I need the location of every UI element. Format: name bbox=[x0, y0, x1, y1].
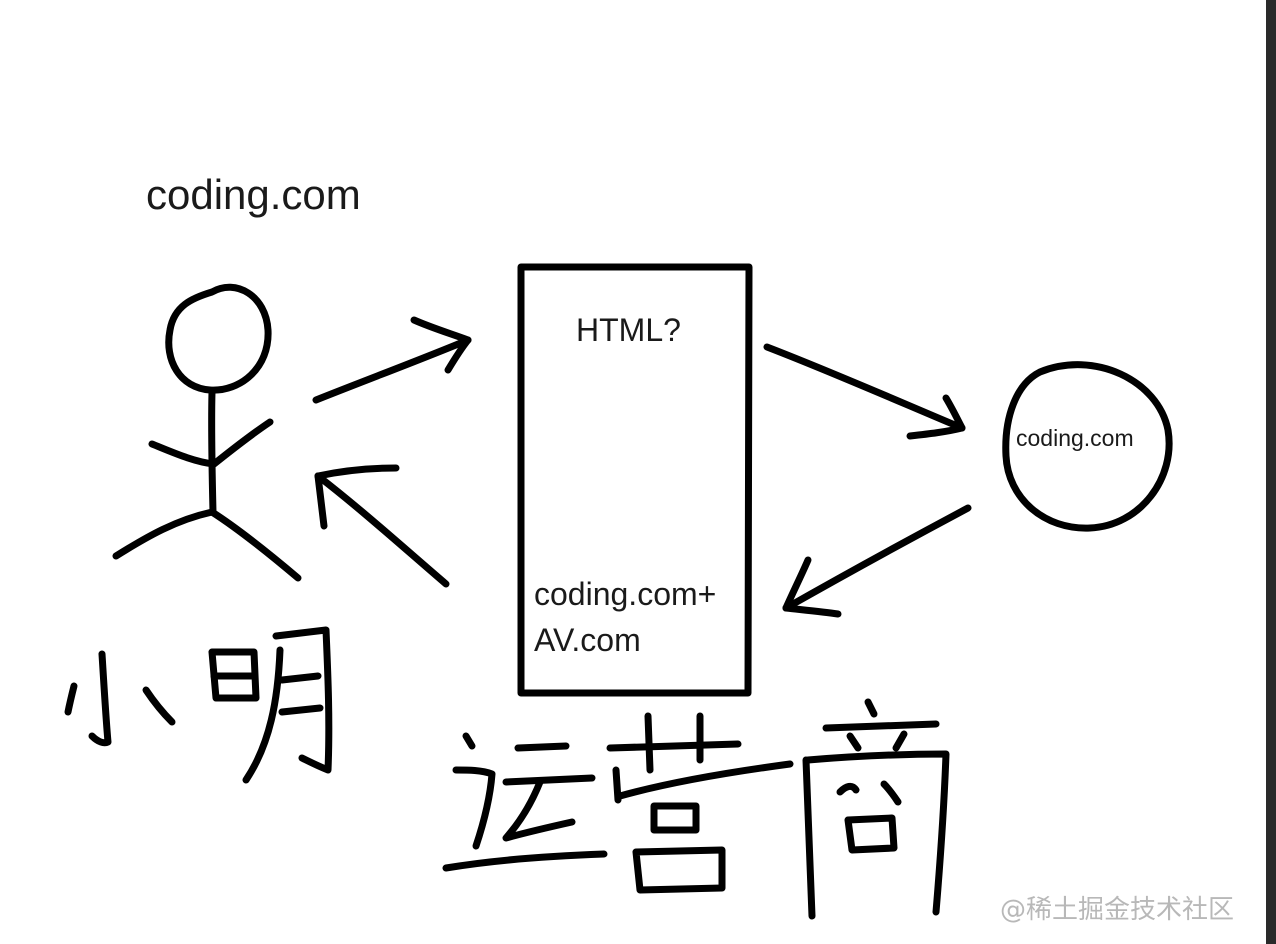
person-head bbox=[165, 283, 272, 394]
operator-box-result-line2: AV.com bbox=[534, 622, 641, 659]
person-body bbox=[208, 388, 217, 516]
watermark: @稀土掘金技术社区 bbox=[1000, 895, 1235, 925]
operator-handwriting bbox=[442, 698, 950, 920]
hand-drawn-diagram bbox=[64, 263, 1173, 920]
person-stick-figure-icon bbox=[112, 283, 302, 582]
reply-arrow bbox=[782, 504, 972, 618]
diagram-canvas: coding.com HTML? coding.com+ AV.com codi… bbox=[0, 0, 1276, 944]
operator-box-result: coding.com+ AV.com bbox=[534, 571, 716, 664]
server-label: coding.com bbox=[1016, 425, 1134, 451]
forward-arrow bbox=[763, 343, 966, 440]
window-edge bbox=[1266, 0, 1276, 944]
operator-box-question: HTML? bbox=[576, 312, 681, 348]
response-arrow bbox=[314, 464, 450, 588]
person-legs bbox=[112, 508, 302, 582]
operator-box-result-line1: coding.com+ bbox=[534, 576, 717, 612]
request-arrow bbox=[312, 316, 472, 404]
person-name-handwriting bbox=[64, 626, 333, 784]
site-url-label: coding.com bbox=[146, 171, 361, 218]
